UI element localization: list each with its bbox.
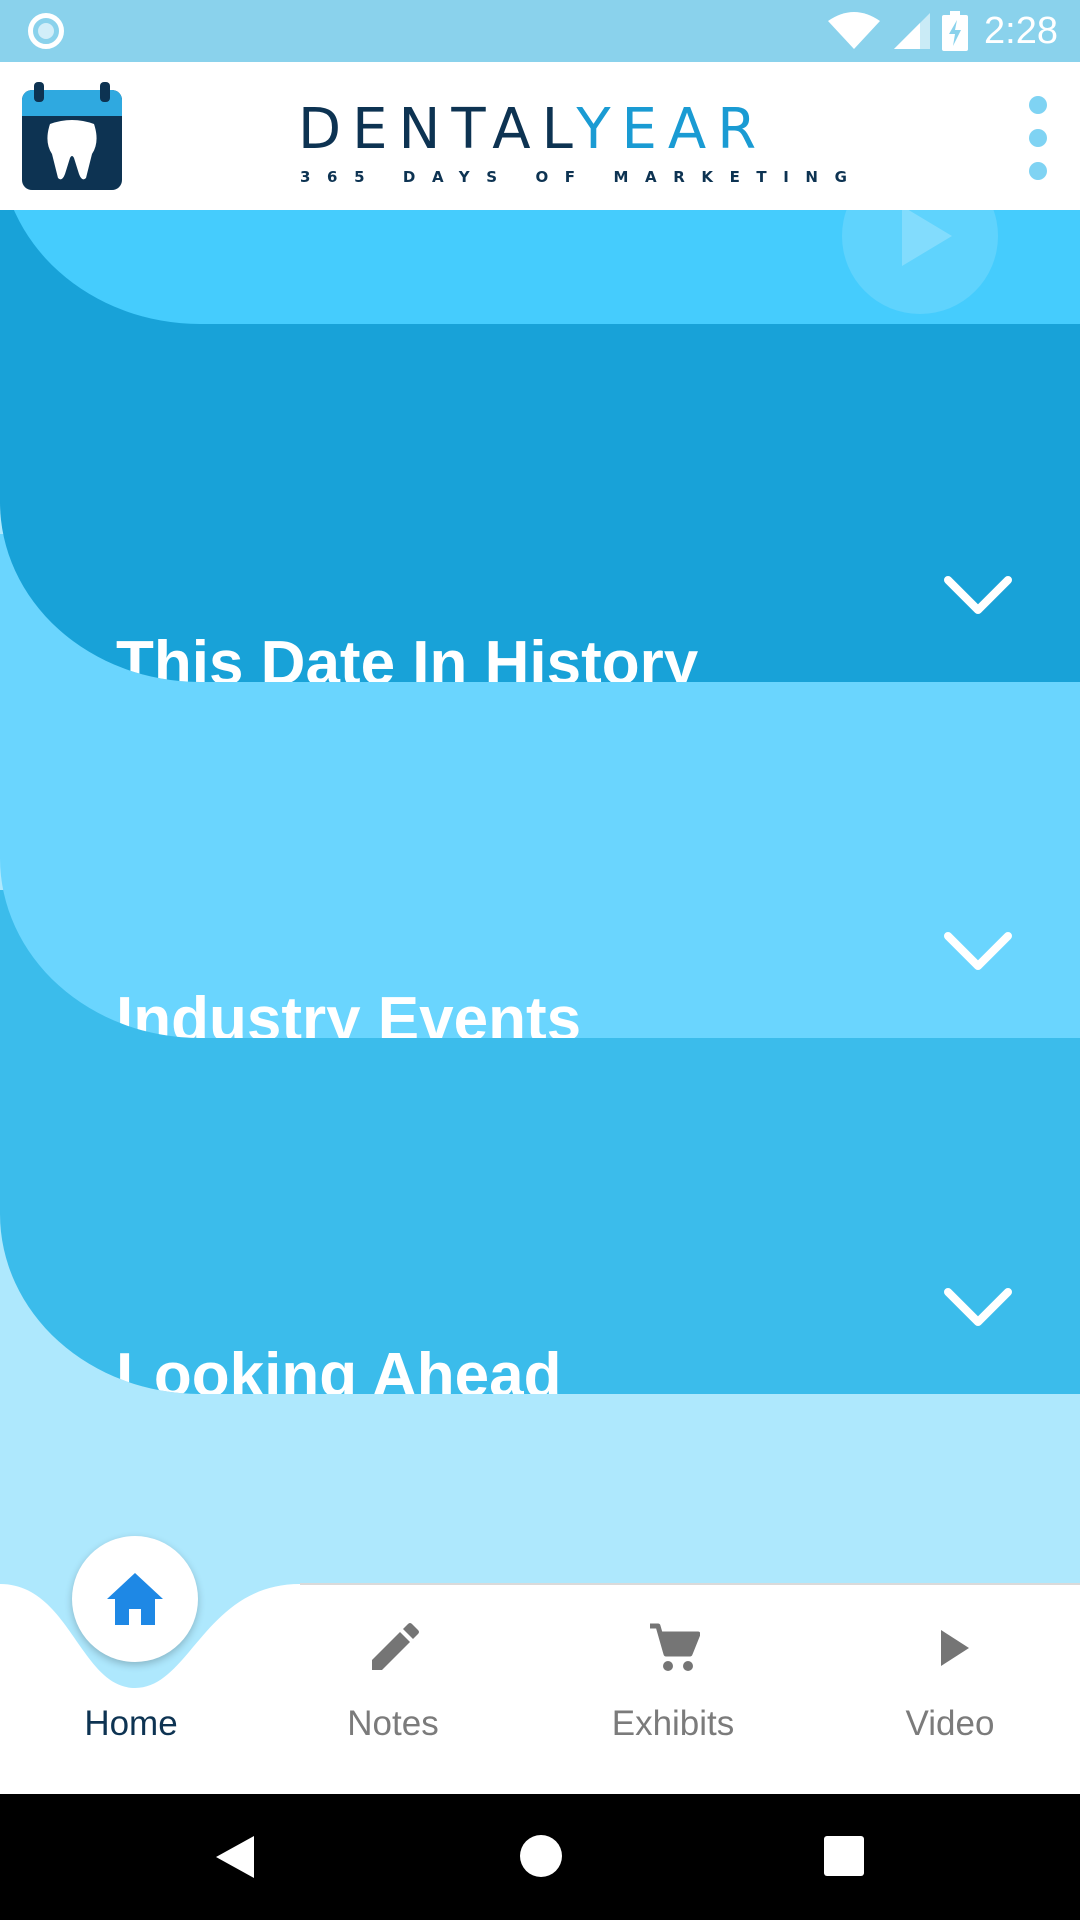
nav-label-home: Home — [84, 1704, 178, 1743]
system-navigation-bar — [0, 1794, 1080, 1920]
nav-label-video: Video — [905, 1704, 995, 1743]
card-title: Looking Ahead — [116, 1341, 562, 1394]
brand-dental: DENTAL — [298, 97, 577, 162]
content-area: Looking Ahead Industry Events This Date … — [0, 210, 1080, 1584]
nav-label-exhibits: Exhibits — [611, 1704, 735, 1743]
chevron-down-icon[interactable] — [942, 1284, 1014, 1330]
nav-item-home[interactable]: Home — [6, 1536, 256, 1794]
brand-title: DENTALYEAR — [298, 100, 782, 160]
recents-icon[interactable] — [824, 1836, 864, 1876]
card-title: Industry Events — [116, 985, 582, 1038]
chevron-down-icon[interactable] — [942, 572, 1014, 618]
card-title: This Date In History — [116, 629, 699, 682]
nav-item-exhibits[interactable]: Exhibits — [548, 1536, 798, 1794]
play-icon — [842, 210, 998, 314]
signal-icon — [894, 13, 931, 49]
sync-circle-icon — [28, 13, 64, 49]
back-icon[interactable] — [214, 1834, 256, 1880]
nav-item-video[interactable]: Video — [825, 1536, 1075, 1794]
status-icons: 2:28 — [826, 8, 1058, 54]
pencil-icon — [372, 1623, 419, 1670]
cart-icon — [650, 1623, 700, 1671]
bottom-navigation: Home Notes Exhibits Video — [0, 1536, 1080, 1794]
home-circle-icon[interactable] — [519, 1834, 563, 1878]
status-bar: 2:28 — [0, 0, 1080, 62]
card-video[interactable] — [0, 210, 1080, 324]
more-vertical-icon[interactable] — [1018, 96, 1058, 180]
brand-year: YEAR — [576, 97, 768, 162]
brand-tagline: 365 DAYS OF MARKETING — [300, 168, 864, 186]
battery-charging-icon — [942, 11, 969, 51]
app-header: DENTALYEAR 365 DAYS OF MARKETING — [0, 62, 1080, 210]
wifi-icon — [828, 12, 881, 49]
status-time: 2:28 — [984, 9, 1058, 52]
nav-label-notes: Notes — [347, 1704, 439, 1743]
play-icon — [941, 1630, 969, 1666]
brand-logo: DENTALYEAR 365 DAYS OF MARKETING — [298, 100, 864, 187]
nav-item-notes[interactable]: Notes — [268, 1536, 518, 1794]
calendar-tooth-icon[interactable] — [22, 82, 122, 190]
chevron-down-icon[interactable] — [942, 928, 1014, 974]
